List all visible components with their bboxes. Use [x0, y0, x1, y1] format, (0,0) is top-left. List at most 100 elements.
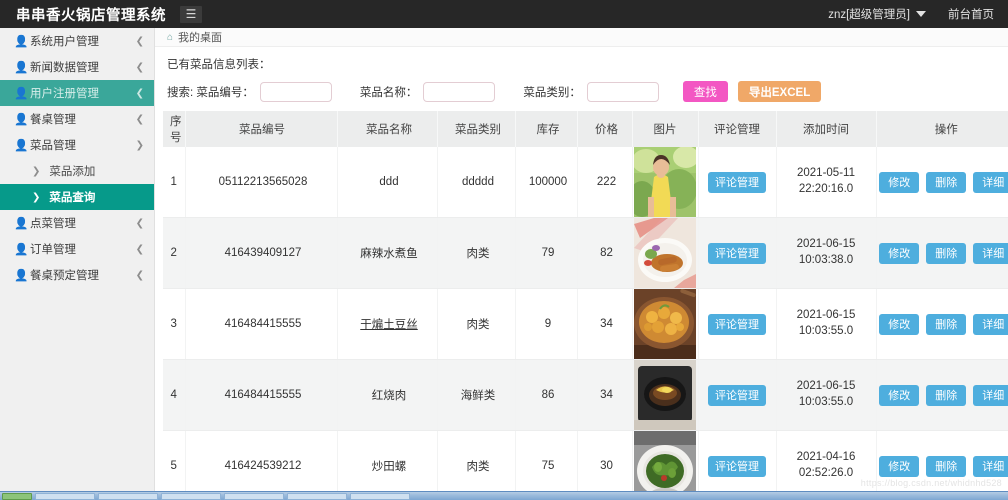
- comment-management-button[interactable]: 评论管理: [708, 455, 766, 477]
- sidebar-item-label: 订单管理: [30, 244, 76, 256]
- chevron-left-icon: ❮: [135, 269, 144, 281]
- chevron-left-icon: ❮: [135, 35, 144, 47]
- cell-addtime: 2021-04-16 02:52:26.0: [776, 430, 877, 500]
- edit-button[interactable]: 修改: [879, 313, 920, 335]
- sidebar-item-label: 菜品管理: [30, 140, 76, 152]
- add-time-date: 2021-06-15: [796, 380, 856, 393]
- sidebar-item-table-reservation[interactable]: 👤 餐桌预定管理 ❮: [0, 262, 154, 288]
- detail-button[interactable]: 详细: [973, 313, 1008, 335]
- add-time-clock: 10:03:55.0: [798, 396, 854, 408]
- taskbar-item[interactable]: [350, 492, 410, 500]
- action-button-group: 修改 删除 详细: [877, 313, 1008, 335]
- search-type-input[interactable]: [586, 81, 659, 102]
- comment-management-button[interactable]: 评论管理: [708, 242, 766, 264]
- cell-stock: 79: [515, 217, 578, 289]
- sidebar-item-label: 用户注册管理: [30, 88, 99, 100]
- comment-management-button[interactable]: 评论管理: [708, 313, 766, 335]
- delete-button[interactable]: 删除: [926, 313, 967, 335]
- list-caption: 已有菜品信息列表：: [167, 59, 271, 71]
- column-header-image: 图片: [632, 111, 699, 147]
- dish-thumbnail-stone-pan-dish[interactable]: [634, 360, 696, 430]
- sidebar-item-system-users[interactable]: 👤 系统用户管理 ❮: [0, 28, 154, 54]
- taskbar-item[interactable]: [224, 492, 284, 500]
- cell-comments: 评论管理: [698, 359, 777, 431]
- search-name-label: 菜品名称：: [359, 86, 418, 99]
- dish-thumbnail-woman-in-yellow[interactable]: [634, 147, 696, 217]
- cell-code: 416484415555: [185, 359, 338, 431]
- chevron-left-icon: ❮: [135, 61, 144, 73]
- cell-image: [632, 430, 699, 500]
- column-header-price: 价格: [577, 111, 633, 147]
- delete-button[interactable]: 删除: [926, 455, 967, 477]
- user-icon: 👤: [14, 88, 29, 100]
- user-icon: 👤: [14, 36, 29, 48]
- detail-button[interactable]: 详细: [973, 242, 1008, 264]
- cell-comments: 评论管理: [698, 430, 777, 500]
- cell-type: 肉类: [437, 430, 516, 500]
- sidebar-item-label: 新闻数据管理: [30, 62, 99, 74]
- sidebar-item-label: 餐桌管理: [30, 114, 76, 126]
- sidebar-item-news-data[interactable]: 👤 新闻数据管理 ❮: [0, 54, 154, 80]
- column-header-code: 菜品编号: [185, 111, 338, 147]
- add-time-date: 2021-06-15: [796, 309, 856, 322]
- sidebar-subitem-label: 菜品查询: [49, 192, 96, 204]
- search-code-input[interactable]: [259, 81, 332, 102]
- sidebar-item-order-management[interactable]: 👤 订单管理 ❮: [0, 236, 154, 262]
- hamburger-icon[interactable]: ☰: [180, 5, 202, 23]
- table-row: 3 416484415555 干煸土豆丝 肉类 9 34 评论管理 2021-0…: [163, 288, 1008, 360]
- cell-image: [632, 359, 699, 431]
- edit-button[interactable]: 修改: [879, 384, 920, 406]
- user-menu[interactable]: znz[超级管理员]: [828, 6, 926, 22]
- sidebar-subitem-dish-query[interactable]: ❯ 菜品查询: [0, 184, 154, 210]
- taskbar-start-button[interactable]: [2, 492, 32, 500]
- top-bar-right: znz[超级管理员] 前台首页: [828, 6, 1008, 22]
- detail-button[interactable]: 详细: [973, 455, 1008, 477]
- taskbar-item[interactable]: [161, 492, 221, 500]
- table-body: 1 05112213565028 ddd ddddd 100000 222 评论…: [163, 147, 1008, 500]
- comment-management-button[interactable]: 评论管理: [708, 384, 766, 406]
- delete-button[interactable]: 删除: [926, 384, 967, 406]
- add-time-date: 2021-04-16: [796, 451, 856, 464]
- delete-button[interactable]: 删除: [926, 171, 967, 193]
- user-icon: 👤: [14, 140, 29, 152]
- cell-comments: 评论管理: [698, 288, 777, 360]
- export-excel-button[interactable]: 导出EXCEL: [737, 81, 822, 102]
- chevron-right-icon: ❯: [32, 165, 41, 177]
- detail-button[interactable]: 详细: [973, 384, 1008, 406]
- taskbar-item[interactable]: [35, 492, 95, 500]
- taskbar-item[interactable]: [287, 492, 347, 500]
- sidebar-item-dish-management[interactable]: 👤 菜品管理 ❯: [0, 132, 154, 158]
- edit-button[interactable]: 修改: [879, 171, 920, 193]
- find-button[interactable]: 查找: [682, 81, 728, 102]
- app-title: 串串香火锅店管理系统: [16, 7, 166, 24]
- sidebar-item-user-registration[interactable]: 👤 用户注册管理 ❮: [0, 80, 154, 106]
- dish-thumbnail-golden-fried-bowl[interactable]: [634, 289, 696, 359]
- dish-thumbnail-fried-food-plate[interactable]: [634, 218, 696, 288]
- search-name-input[interactable]: [423, 81, 496, 102]
- cell-price: 34: [577, 359, 633, 431]
- user-icon: 👤: [14, 218, 29, 230]
- sidebar-item-table-management[interactable]: 👤 餐桌管理 ❮: [0, 106, 154, 132]
- edit-button[interactable]: 修改: [879, 455, 920, 477]
- sidebar-subitem-dish-add[interactable]: ❯ 菜品添加: [0, 158, 154, 184]
- user-icon: 👤: [14, 244, 29, 256]
- cell-name: 炒田螺: [337, 430, 438, 500]
- edit-button[interactable]: 修改: [879, 242, 920, 264]
- cell-image: [632, 217, 699, 289]
- table-header: 序号 菜品编号 菜品名称 菜品类别 库存 价格 图片 评论管理 添加时间 操作: [163, 111, 1008, 147]
- comment-management-button[interactable]: 评论管理: [708, 171, 766, 193]
- dish-name-link[interactable]: 干煸土豆丝: [360, 319, 418, 331]
- sidebar-subitem-label: 菜品添加: [49, 166, 96, 178]
- cell-index: 4: [163, 359, 186, 431]
- detail-button[interactable]: 详细: [973, 171, 1008, 193]
- chevron-left-icon: ❮: [135, 87, 144, 99]
- delete-button[interactable]: 删除: [926, 242, 967, 264]
- table-row: 2 416439409127 麻辣水煮鱼 肉类 79 82 评论管理 2021-…: [163, 217, 1008, 289]
- dish-thumbnail-green-vegetable-bowl[interactable]: [634, 431, 696, 500]
- chevron-right-icon: ❯: [32, 191, 41, 203]
- sidebar-item-order-dishes[interactable]: 👤 点菜管理 ❮: [0, 210, 154, 236]
- taskbar-item[interactable]: [98, 492, 158, 500]
- front-page-link[interactable]: 前台首页: [948, 6, 994, 22]
- user-icon: 👤: [14, 62, 29, 74]
- user-icon: 👤: [14, 114, 29, 126]
